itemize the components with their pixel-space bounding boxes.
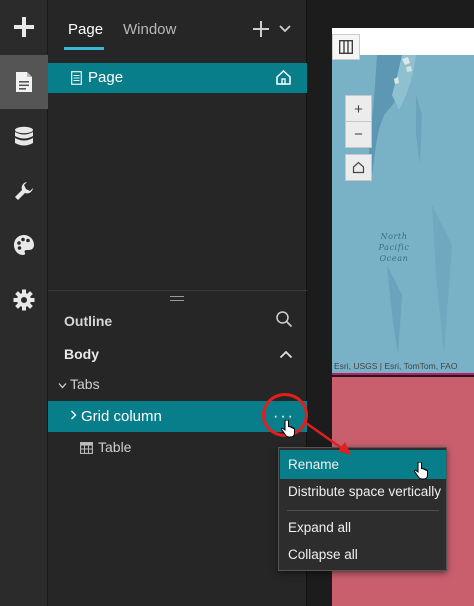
hand-cursor-icon — [281, 420, 295, 438]
layout-toggle-button[interactable] — [332, 34, 360, 60]
active-tab-indicator — [64, 47, 104, 50]
outline-table-label: Table — [98, 439, 132, 455]
resize-handle[interactable] — [170, 296, 184, 301]
map-widget[interactable]: North Pacific Ocean + − Esri, USGS | Esr… — [332, 28, 474, 375]
table-icon — [80, 442, 93, 454]
data-tool-button[interactable] — [0, 110, 48, 164]
chevron-down-icon[interactable] — [278, 24, 292, 34]
map-attribution: Esri, USGS | Esri, TomTom, FAO — [334, 361, 458, 371]
search-icon[interactable] — [275, 310, 293, 328]
add-page-icon[interactable] — [252, 20, 270, 38]
home-icon — [352, 161, 365, 174]
outline-tabs-item[interactable]: Tabs — [58, 376, 100, 392]
selection-border — [332, 373, 474, 375]
chevron-down-icon — [58, 376, 70, 392]
menu-item-collapse-all[interactable]: Collapse all — [280, 540, 446, 569]
document-icon — [71, 71, 82, 85]
menu-separator — [287, 510, 439, 511]
outline-grid-column-label: Grid column — [81, 408, 162, 425]
chevron-right-icon — [70, 408, 77, 423]
add-button[interactable] — [0, 0, 48, 54]
hand-cursor-icon — [414, 462, 428, 480]
theme-tool-button[interactable] — [0, 218, 48, 272]
columns-icon — [339, 40, 353, 54]
menu-item-expand-all[interactable]: Expand all — [280, 513, 446, 542]
page-panel: Page Window Page Outline Body Tabs Grid … — [48, 0, 307, 606]
outline-tabs-label: Tabs — [70, 376, 100, 392]
zoom-out-button[interactable]: − — [345, 121, 372, 148]
database-icon — [15, 126, 33, 146]
map-home-button[interactable] — [345, 154, 372, 181]
page-list-item[interactable]: Page — [48, 63, 307, 93]
page-icon — [16, 72, 32, 92]
tab-window[interactable]: Window — [123, 21, 176, 38]
wrench-icon — [15, 182, 33, 200]
outline-body-label[interactable]: Body — [64, 346, 99, 362]
left-toolbar — [0, 0, 48, 606]
page-tool-button[interactable] — [0, 55, 48, 109]
zoom-in-button[interactable]: + — [345, 95, 372, 122]
tab-page[interactable]: Page — [68, 21, 103, 38]
widgets-tool-button[interactable] — [0, 164, 48, 218]
plus-icon — [14, 17, 34, 37]
palette-icon — [14, 235, 34, 255]
chevron-up-icon[interactable] — [279, 350, 293, 359]
outline-title: Outline — [64, 313, 113, 329]
settings-tool-button[interactable] — [0, 273, 48, 327]
gear-icon — [13, 289, 35, 311]
page-item-label: Page — [88, 69, 124, 86]
home-page-icon[interactable] — [275, 69, 292, 86]
panel-divider — [48, 290, 307, 291]
ocean-label: North Pacific Ocean — [378, 232, 410, 263]
